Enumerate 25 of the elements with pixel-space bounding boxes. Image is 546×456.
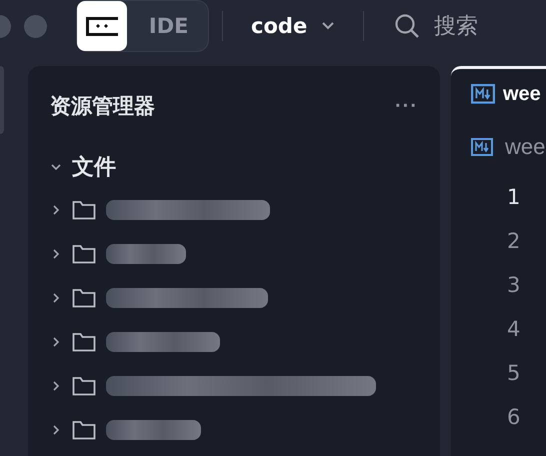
project-dropdown[interactable]: code <box>223 14 364 38</box>
line-number: 6 <box>507 404 522 431</box>
chevron-down-icon <box>321 21 336 31</box>
more-button[interactable]: ··· <box>395 94 418 118</box>
mode-button[interactable]: IDE <box>76 0 210 52</box>
line-number: 4 <box>507 316 522 343</box>
line-number: 2 <box>507 228 522 255</box>
folder-icon <box>72 420 96 440</box>
breadcrumb[interactable]: wee <box>505 134 546 160</box>
folder-icon <box>72 244 96 264</box>
line-number: 5 <box>507 360 522 387</box>
search-field[interactable]: 搜索 <box>432 12 546 40</box>
logo-icon <box>76 1 127 51</box>
section-header[interactable]: 文件 <box>72 152 116 182</box>
folder-icon <box>72 288 96 308</box>
panel-title: 资源管理器 <box>50 93 155 120</box>
file-tab[interactable]: wee <box>471 69 541 119</box>
line-number: 1 <box>507 184 522 211</box>
line-number: 3 <box>507 272 522 299</box>
markdown-icon <box>471 138 493 156</box>
markdown-icon <box>471 84 495 104</box>
folder-icon <box>72 376 96 396</box>
search-icon <box>394 13 420 39</box>
folder-icon <box>72 200 96 220</box>
folder-icon <box>72 332 96 352</box>
